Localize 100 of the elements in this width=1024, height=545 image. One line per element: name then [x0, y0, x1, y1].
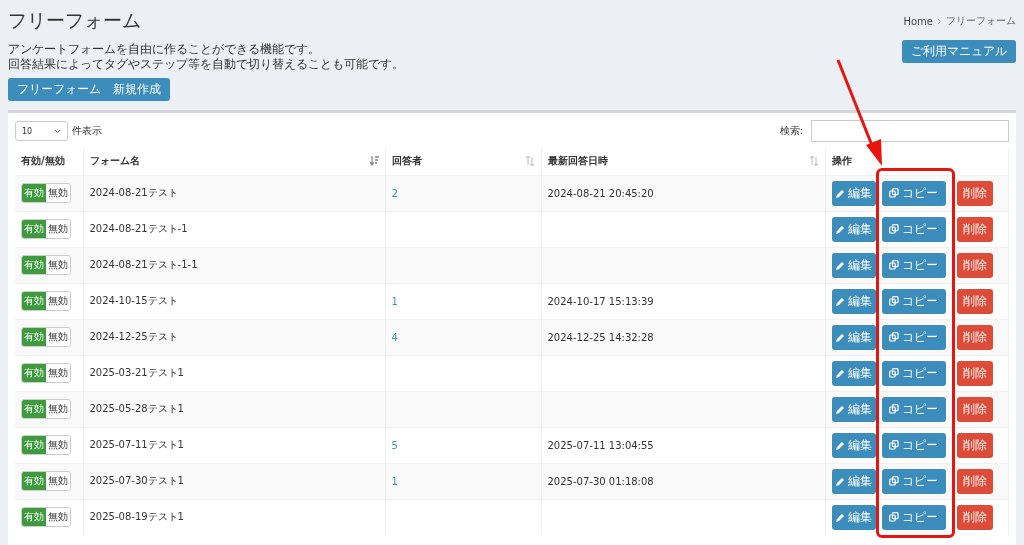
- table-cell: 2024-12-25 14:32:28: [547, 331, 654, 343]
- table-cell: 2024-08-21テスト: [89, 187, 178, 198]
- edit-button[interactable]: 編集: [831, 324, 876, 350]
- status-toggle[interactable]: 有効 無効: [21, 363, 71, 383]
- edit-button[interactable]: 編集: [831, 360, 876, 386]
- description-text: 回答結果によってタグやステップ等を自動で切り替えることも可能です。: [8, 57, 404, 72]
- copy-icon: [889, 260, 899, 270]
- table-cell: 2025-07-11テスト1: [89, 439, 184, 450]
- column-header[interactable]: 回答者: [391, 154, 422, 169]
- sort-icon[interactable]: [525, 156, 535, 167]
- copy-icon: [889, 224, 899, 234]
- respondents-link[interactable]: 5: [391, 439, 398, 451]
- copy-icon: [889, 188, 899, 198]
- delete-button[interactable]: 削除: [956, 504, 993, 530]
- copy-icon: [889, 476, 899, 486]
- pencil-icon: [835, 404, 845, 414]
- copy-icon: [889, 512, 899, 523]
- pencil-icon: [835, 332, 845, 342]
- pencil-icon: [835, 260, 845, 270]
- edit-button[interactable]: 編集: [831, 432, 876, 458]
- table-cell: 2025-07-30 01:18:08: [547, 475, 654, 487]
- chevron-icon: [937, 17, 942, 25]
- respondents-link[interactable]: 1: [391, 295, 398, 307]
- column-header[interactable]: フォーム名: [89, 154, 140, 169]
- table-cell: 2025-07-30テスト1: [89, 475, 184, 486]
- table-cell: 2025-05-28テスト1: [89, 403, 184, 414]
- column-header: 有効/無効: [21, 154, 65, 169]
- sort-icon[interactable]: [809, 156, 819, 167]
- table-cell: 2025-07-11 13:04:55: [547, 439, 654, 451]
- table-cell: 2024-08-21テスト-1: [89, 223, 188, 234]
- edit-button[interactable]: 編集: [831, 180, 876, 206]
- sort-icon[interactable]: [369, 156, 379, 167]
- delete-button[interactable]: 削除: [956, 396, 993, 422]
- pencil-icon: [835, 188, 845, 198]
- copy-button[interactable]: コピー: [881, 360, 946, 386]
- copy-button[interactable]: コピー: [881, 468, 946, 494]
- copy-button[interactable]: コピー: [881, 216, 946, 242]
- copy-button[interactable]: コピー: [881, 432, 946, 458]
- description-text: アンケートフォームを自由に作ることができる機能です。: [8, 42, 320, 57]
- status-toggle[interactable]: 有効 無効: [21, 255, 71, 275]
- pencil-icon: [835, 476, 845, 486]
- copy-button[interactable]: コピー: [881, 396, 946, 422]
- status-toggle[interactable]: 有効 無効: [21, 183, 71, 203]
- delete-button[interactable]: 削除: [956, 180, 993, 206]
- column-header: 操作: [831, 154, 852, 169]
- table-cell: 2024-12-25テスト: [89, 331, 178, 342]
- edit-button[interactable]: 編集: [831, 252, 876, 278]
- table-cell: 2024-08-21テスト-1-1: [89, 259, 198, 270]
- copy-icon: [889, 332, 899, 342]
- page-title: フリーフォーム: [8, 8, 141, 33]
- copy-icon: [889, 368, 899, 378]
- page-length-select[interactable]: 10: [15, 121, 68, 141]
- copy-button[interactable]: コピー: [881, 288, 946, 314]
- copy-icon: [889, 404, 899, 414]
- delete-button[interactable]: 削除: [956, 324, 993, 350]
- manual-button[interactable]: ご利用マニュアル: [902, 40, 1016, 63]
- status-toggle[interactable]: 有効 無効: [21, 291, 71, 311]
- pencil-icon: [835, 296, 845, 306]
- status-toggle[interactable]: 有効 無効: [21, 399, 71, 419]
- page-length-label: 件表示: [72, 124, 102, 138]
- respondents-link[interactable]: 4: [391, 331, 398, 343]
- search-label: 検索:: [779, 124, 803, 138]
- table-cell: 2025-08-19テスト1: [89, 511, 184, 523]
- copy-button[interactable]: コピー: [881, 252, 946, 278]
- copy-button[interactable]: コピー: [881, 324, 946, 350]
- status-toggle[interactable]: 有効 無効: [21, 507, 71, 528]
- copy-icon: [889, 440, 899, 450]
- copy-icon: [889, 296, 899, 306]
- create-button[interactable]: フリーフォーム 新規作成: [8, 78, 170, 101]
- breadcrumb-item: フリーフォーム: [946, 14, 1016, 28]
- status-toggle[interactable]: 有効 無効: [21, 327, 71, 347]
- edit-button[interactable]: 編集: [831, 468, 876, 494]
- status-toggle[interactable]: 有効 無効: [21, 219, 71, 239]
- edit-button[interactable]: 編集: [831, 288, 876, 314]
- delete-button[interactable]: 削除: [956, 360, 993, 386]
- breadcrumb-item[interactable]: Home: [903, 15, 933, 27]
- edit-button[interactable]: 編集: [831, 216, 876, 242]
- chevron-icon: [54, 128, 61, 134]
- delete-button[interactable]: 削除: [956, 288, 993, 314]
- pencil-icon: [835, 224, 845, 234]
- table-cell: 2024-10-15テスト: [89, 295, 178, 306]
- pencil-icon: [835, 368, 845, 378]
- delete-button[interactable]: 削除: [956, 468, 993, 494]
- delete-button[interactable]: 削除: [956, 216, 993, 242]
- table-cell: 2024-10-17 15:13:39: [547, 295, 654, 307]
- edit-button[interactable]: 編集: [831, 396, 876, 422]
- respondents-link[interactable]: 2: [391, 187, 398, 199]
- delete-button[interactable]: 削除: [956, 432, 993, 458]
- pencil-icon: [835, 512, 845, 522]
- status-toggle[interactable]: 有効 無効: [21, 435, 71, 455]
- table-cell: 2024-08-21 20:45:20: [547, 187, 654, 199]
- respondents-link[interactable]: 1: [391, 475, 398, 487]
- delete-button[interactable]: 削除: [956, 252, 993, 278]
- search-field[interactable]: [811, 120, 1009, 142]
- column-header[interactable]: 最新回答日時: [547, 154, 608, 169]
- copy-button[interactable]: コピー: [881, 180, 946, 206]
- edit-button[interactable]: 編集: [831, 504, 876, 530]
- copy-button[interactable]: コピー: [881, 504, 946, 530]
- status-toggle[interactable]: 有効 無効: [21, 471, 71, 491]
- table-cell: 2025-03-21テスト1: [89, 367, 184, 378]
